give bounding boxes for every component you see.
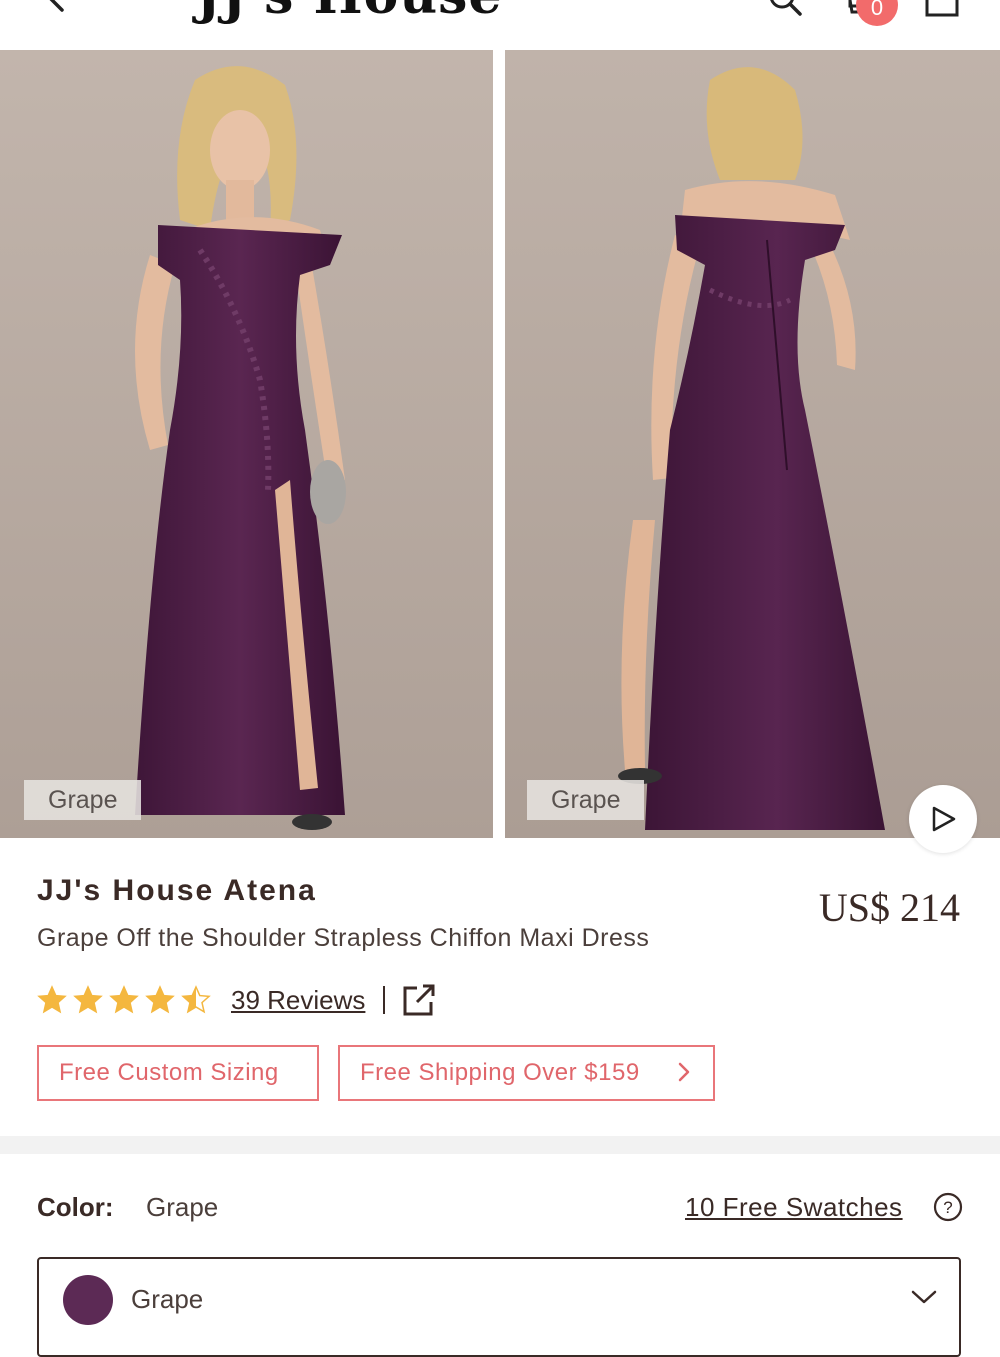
color-swatch (63, 1275, 113, 1325)
reviews-link[interactable]: 39 Reviews (231, 985, 365, 1016)
search-icon[interactable] (766, 0, 806, 20)
play-icon (932, 806, 956, 832)
product-photo-back[interactable]: Grape (505, 50, 1000, 838)
free-swatches-link[interactable]: 10 Free Swatches (685, 1192, 903, 1223)
star-icon (145, 985, 175, 1014)
product-photo-front[interactable]: Grape (0, 50, 493, 838)
play-video-button[interactable] (909, 785, 977, 853)
top-navigation-bar: JJ's House 0 (0, 0, 1000, 51)
product-name: Grape Off the Shoulder Strapless Chiffon… (37, 924, 650, 952)
free-shipping-label: Free Shipping Over $159 (360, 1059, 640, 1086)
chevron-right-icon (678, 1062, 690, 1082)
color-tag: Grape (24, 780, 142, 820)
share-icon[interactable] (401, 982, 437, 1018)
free-custom-sizing-button[interactable]: Free Custom Sizing (37, 1045, 319, 1101)
color-tag: Grape (527, 780, 645, 820)
star-icon (73, 985, 103, 1014)
star-icon (109, 985, 139, 1014)
color-dropdown[interactable]: Grape (37, 1257, 961, 1357)
question-mark-icon[interactable]: ? (933, 1192, 963, 1222)
rating-row: 39 Reviews (37, 980, 437, 1020)
site-logo[interactable]: JJ's House (196, 0, 503, 22)
star-icon (181, 985, 211, 1014)
color-label: Color: (37, 1192, 114, 1222)
free-custom-sizing-label: Free Custom Sizing (59, 1059, 279, 1086)
product-image-gallery[interactable]: Grape Grape (0, 50, 1000, 853)
section-divider (0, 1136, 1000, 1154)
divider (383, 986, 386, 1014)
chevron-left-icon[interactable] (36, 0, 76, 16)
free-shipping-button[interactable]: Free Shipping Over $159 (338, 1045, 715, 1101)
svg-text:?: ? (943, 1198, 952, 1217)
product-price: US$ 214 (818, 885, 960, 930)
star-icon (37, 985, 67, 1014)
star-rating (37, 985, 217, 1015)
menu-icon[interactable] (924, 0, 960, 18)
chevron-down-icon (911, 1290, 937, 1304)
product-brand-title: JJ's House Atena (37, 874, 317, 907)
color-value: Grape (146, 1192, 219, 1222)
color-dropdown-value: Grape (131, 1284, 204, 1314)
